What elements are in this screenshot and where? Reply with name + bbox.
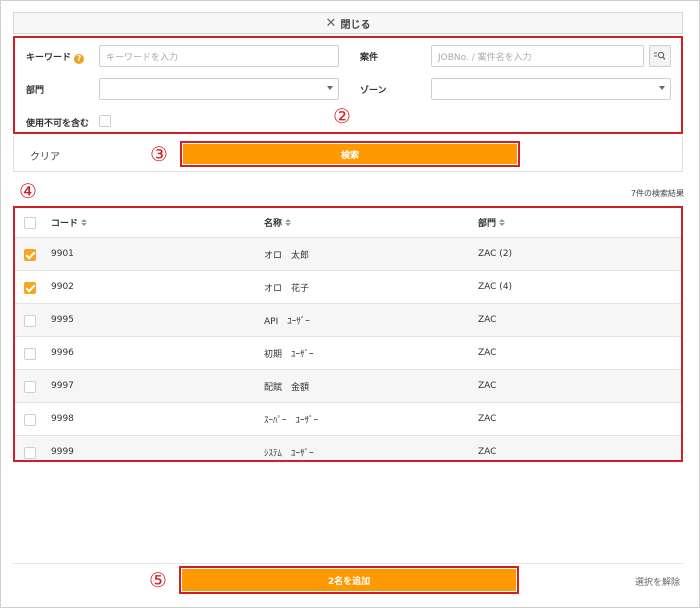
- row-checkbox[interactable]: [24, 447, 36, 459]
- results-table: コード 名称 部門 9901 オロ 太郎 ZAC (2) 9902 オロ 花子 …: [13, 206, 683, 462]
- name-cell: ｼｽﾃﾑ ﾕｰｻﾞｰ: [264, 448, 314, 459]
- add-users-button[interactable]: 2名を追加: [182, 569, 516, 591]
- column-header-name[interactable]: 名称: [264, 208, 292, 237]
- keyword-placeholder: キーワードを入力: [106, 52, 179, 63]
- include-unusable-checkbox[interactable]: [99, 115, 111, 127]
- clear-button[interactable]: クリア: [30, 148, 60, 163]
- row-checkbox[interactable]: [24, 315, 36, 327]
- column-header-department[interactable]: 部門: [478, 208, 506, 237]
- column-header-code-label: コード: [51, 219, 79, 229]
- close-label: 閉じる: [340, 19, 371, 31]
- result-count: 7件の検索結果: [630, 189, 684, 198]
- project-placeholder: JOBNo. / 案件名を入力: [438, 52, 532, 63]
- table-row[interactable]: 9995 API ﾕｰｻﾞｰ ZAC: [15, 304, 681, 337]
- name-cell: API ﾕｰｻﾞｰ: [264, 316, 310, 327]
- department-cell: ZAC: [478, 348, 497, 358]
- sort-icon: [81, 219, 88, 226]
- row-checkbox[interactable]: [24, 414, 36, 426]
- column-header-department-label: 部門: [478, 219, 497, 229]
- action-row: クリア ③ 検索: [13, 136, 683, 172]
- column-header-name-label: 名称: [264, 219, 283, 229]
- department-select[interactable]: [99, 78, 339, 100]
- search-button-highlight: 検索: [180, 141, 520, 167]
- table-row[interactable]: 9999 ｼｽﾃﾑ ﾕｰｻﾞｰ ZAC: [15, 436, 681, 460]
- department-label: 部門: [26, 86, 45, 96]
- table-row[interactable]: 9902 オロ 花子 ZAC (4): [15, 271, 681, 304]
- keyword-label: キーワード: [26, 53, 72, 63]
- table-row[interactable]: 9901 オロ 太郎 ZAC (2): [15, 238, 681, 271]
- code-cell: 9996: [51, 348, 74, 358]
- code-cell: 9902: [51, 282, 74, 292]
- table-header-row: コード 名称 部門: [15, 208, 681, 238]
- callout-4: ④: [19, 179, 37, 203]
- code-cell: 9999: [51, 447, 74, 457]
- footer-divider: [13, 563, 683, 564]
- callout-3: ③: [150, 142, 168, 166]
- zone-select[interactable]: [431, 78, 671, 100]
- search-button[interactable]: 検索: [183, 144, 517, 164]
- column-header-code[interactable]: コード: [51, 208, 88, 237]
- row-checkbox[interactable]: [24, 282, 36, 294]
- department-cell: ZAC: [478, 447, 497, 457]
- help-icon[interactable]: ?: [74, 54, 85, 64]
- add-button-highlight: 2名を追加: [179, 566, 519, 594]
- name-cell: ｽｰﾊﾟｰ ﾕｰｻﾞｰ: [264, 415, 319, 426]
- project-input[interactable]: JOBNo. / 案件名を入力: [431, 45, 644, 67]
- code-cell: 9901: [51, 249, 74, 259]
- name-cell: 配賦 金額: [264, 382, 310, 393]
- zone-label: ゾーン: [360, 86, 387, 96]
- department-cell: ZAC: [478, 315, 497, 325]
- department-cell: ZAC: [478, 381, 497, 391]
- close-bar-button[interactable]: ✕ 閉じる: [13, 12, 683, 34]
- deselect-button[interactable]: 選択を解除: [635, 575, 680, 588]
- code-cell: 9995: [51, 315, 74, 325]
- project-search-button[interactable]: [649, 45, 671, 67]
- name-cell: 初期 ﾕｰｻﾞｰ: [264, 349, 314, 360]
- list-search-icon: [654, 51, 666, 60]
- row-checkbox[interactable]: [24, 249, 36, 261]
- keyword-label-wrap: キーワード?: [26, 50, 85, 64]
- callout-2: ②: [333, 104, 351, 128]
- include-unusable-label: 使用不可を含む: [26, 119, 90, 129]
- row-checkbox[interactable]: [24, 381, 36, 393]
- department-cell: ZAC (2): [478, 249, 513, 259]
- sort-icon: [499, 219, 506, 226]
- code-cell: 9997: [51, 381, 74, 391]
- table-row[interactable]: 9998 ｽｰﾊﾟｰ ﾕｰｻﾞｰ ZAC: [15, 403, 681, 436]
- search-panel: キーワード? キーワードを入力 案件 JOBNo. / 案件名を入力 部門 ゾー…: [13, 36, 683, 134]
- select-all-checkbox[interactable]: [24, 217, 36, 229]
- name-cell: オロ 太郎: [264, 250, 310, 261]
- chevron-down-icon: [327, 86, 333, 90]
- sort-icon: [285, 219, 292, 226]
- row-checkbox[interactable]: [24, 348, 36, 360]
- department-cell: ZAC: [478, 414, 497, 424]
- code-cell: 9998: [51, 414, 74, 424]
- name-cell: オロ 花子: [264, 283, 310, 294]
- close-icon: ✕: [325, 15, 337, 31]
- chevron-down-icon: [659, 86, 665, 90]
- keyword-input[interactable]: キーワードを入力: [99, 45, 339, 67]
- project-label: 案件: [360, 53, 379, 63]
- table-row[interactable]: 9997 配賦 金額 ZAC: [15, 370, 681, 403]
- table-row[interactable]: 9996 初期 ﾕｰｻﾞｰ ZAC: [15, 337, 681, 370]
- callout-5: ⑤: [149, 568, 167, 592]
- department-cell: ZAC (4): [478, 282, 513, 292]
